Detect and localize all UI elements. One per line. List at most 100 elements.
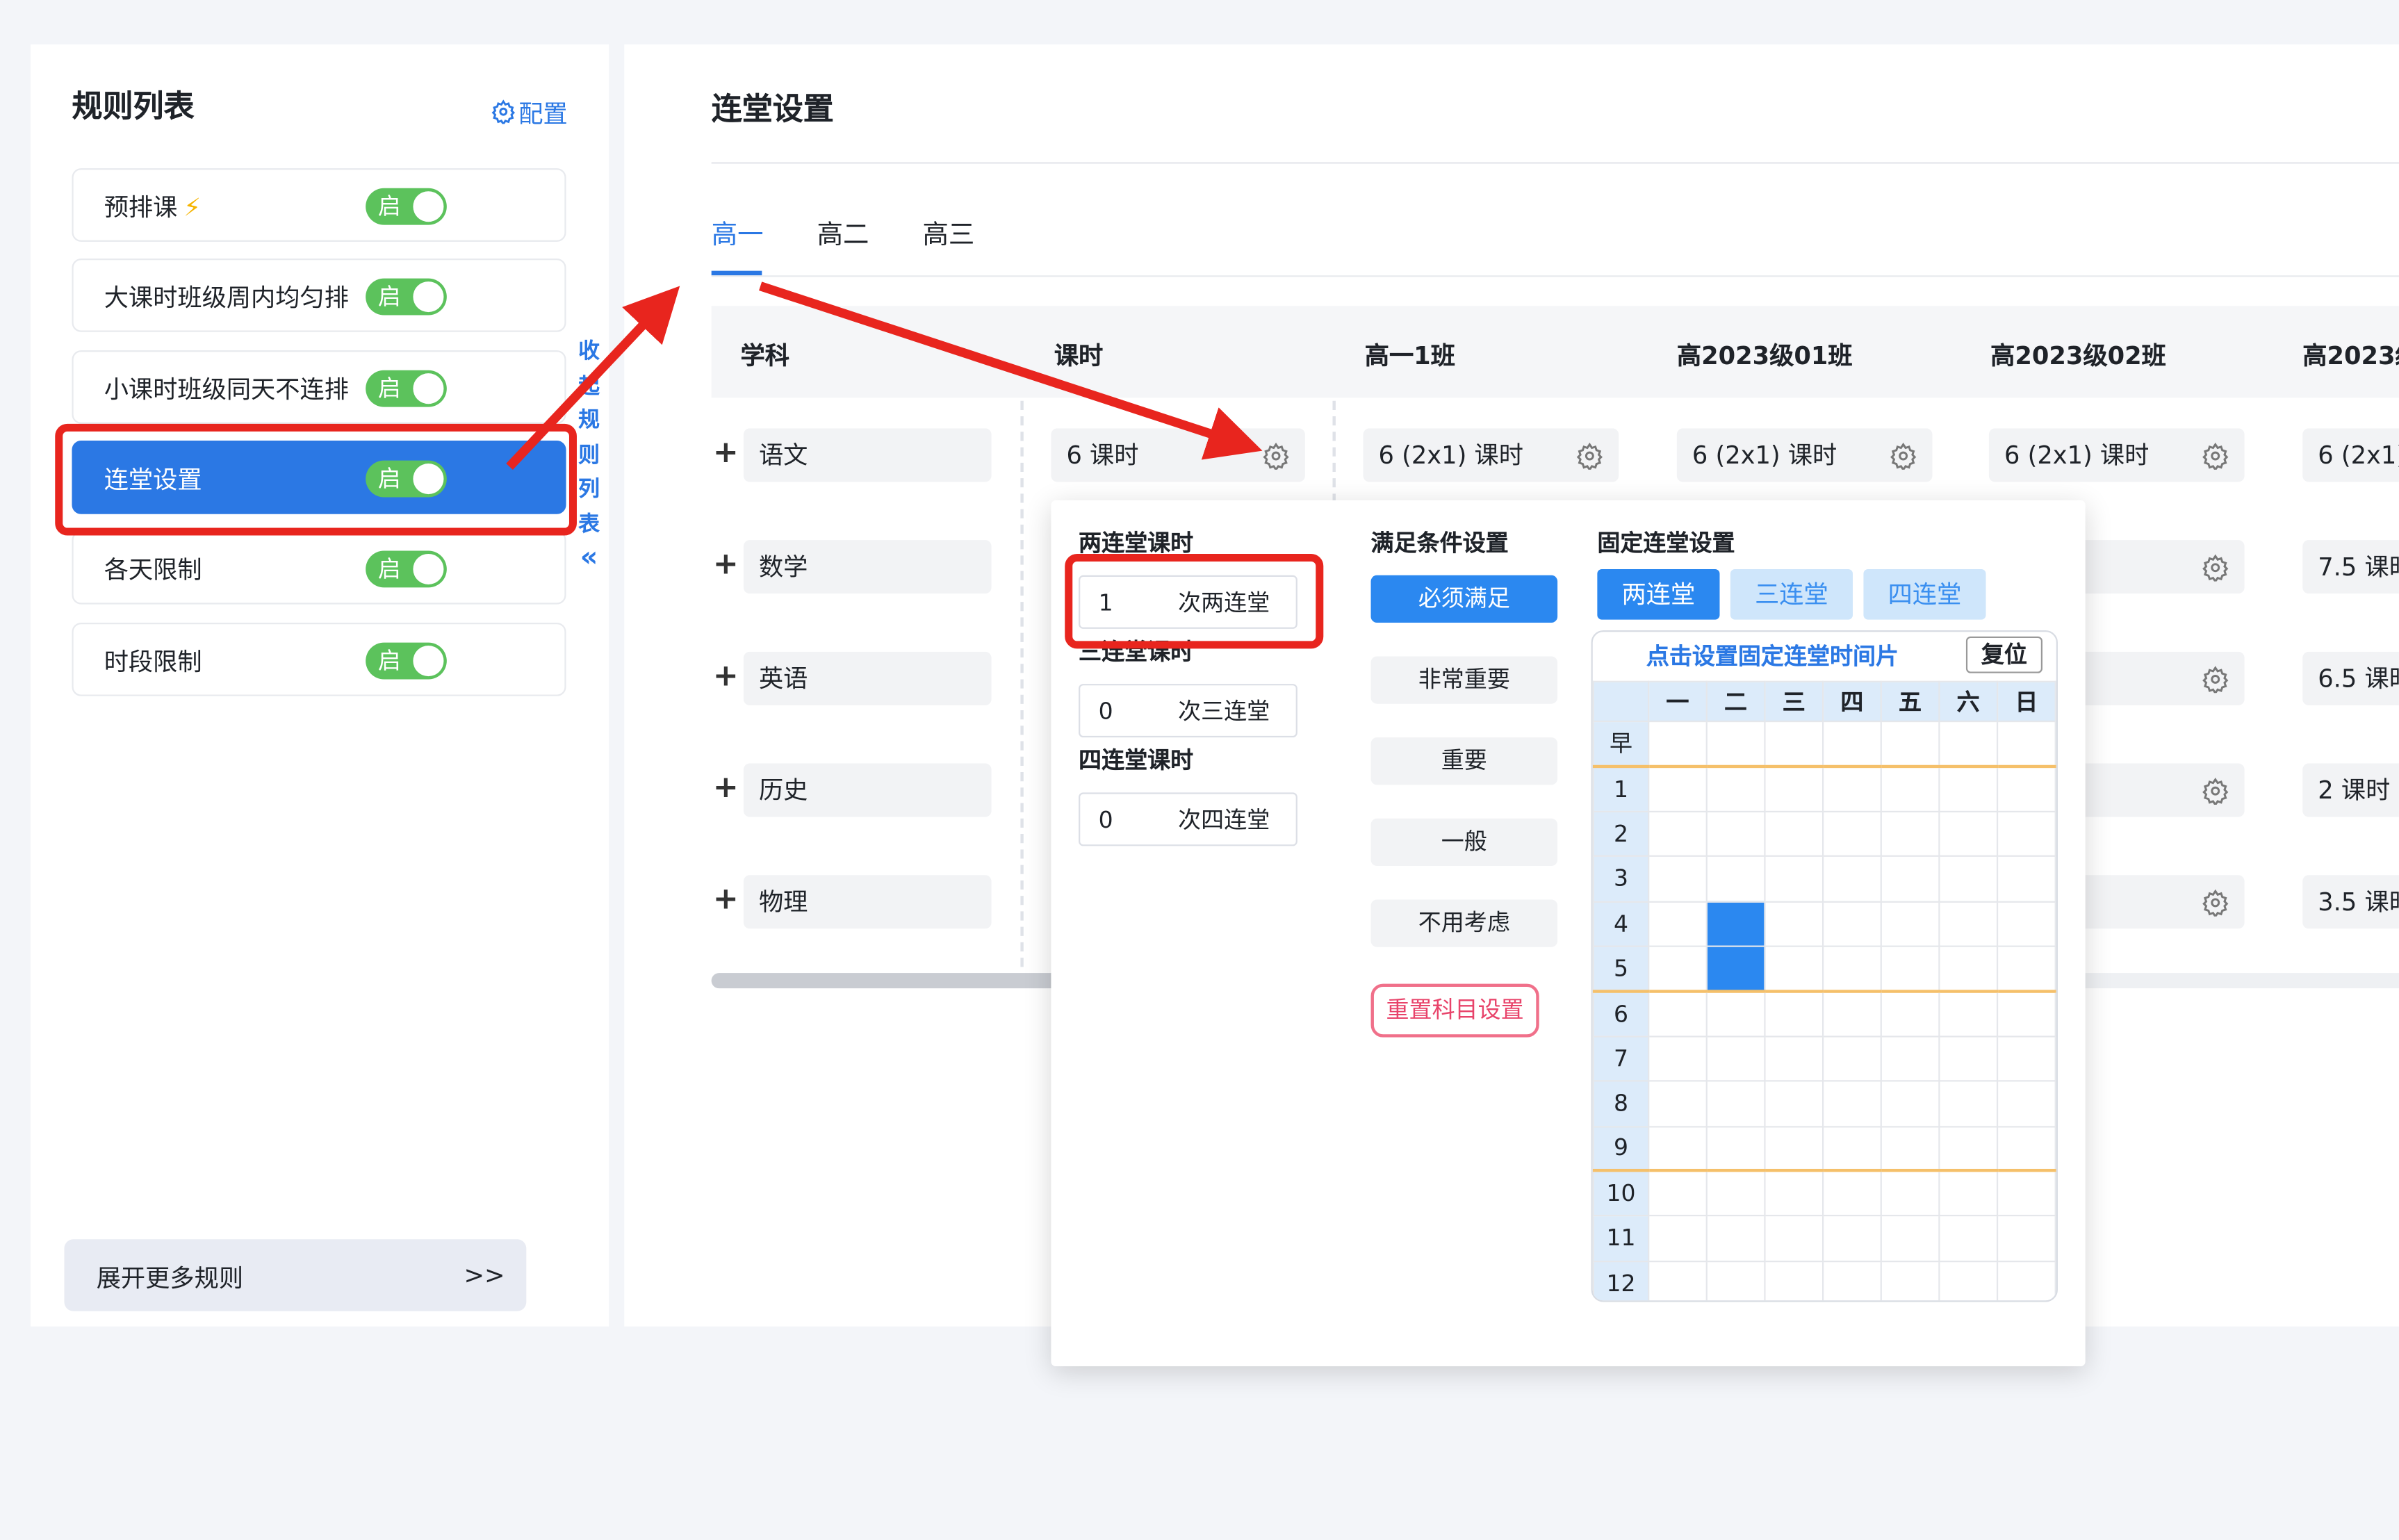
class-hours-cell[interactable]: 3.5 课时 bbox=[2302, 875, 2399, 929]
timeslot-cell[interactable] bbox=[1880, 1035, 1940, 1082]
rule-toggle[interactable]: 启 bbox=[366, 460, 447, 498]
fixed-tab-three[interactable]: 三连堂 bbox=[1730, 568, 1853, 620]
expand-row-button[interactable]: + bbox=[713, 436, 739, 466]
condition-ignore-button[interactable]: 不用考虑 bbox=[1370, 899, 1558, 947]
timeslot-cell[interactable] bbox=[1880, 1125, 1940, 1173]
timeslot-cell[interactable] bbox=[1764, 720, 1824, 768]
timeslot-cell[interactable] bbox=[1880, 900, 1940, 947]
timeslot-cell-selected[interactable] bbox=[1705, 900, 1766, 947]
timeslot-cell[interactable] bbox=[1996, 900, 2056, 947]
tab-grade-2[interactable]: 高二 bbox=[817, 213, 869, 266]
condition-important-button[interactable]: 重要 bbox=[1370, 737, 1558, 785]
timeslot-cell[interactable] bbox=[1764, 765, 1824, 812]
timeslot-cell[interactable] bbox=[1821, 900, 1882, 947]
timeslot-cell[interactable] bbox=[1648, 900, 1708, 947]
timeslot-cell[interactable] bbox=[1764, 810, 1824, 858]
timeslot-cell[interactable] bbox=[1996, 1125, 2056, 1173]
timeslot-cell[interactable] bbox=[1764, 990, 1824, 1038]
expand-row-button[interactable]: + bbox=[713, 771, 739, 802]
timeslot-cell[interactable] bbox=[1938, 1035, 1999, 1082]
rule-item-prearrange[interactable]: 预排课 ⚡ 启 bbox=[72, 168, 566, 242]
timeslot-cell[interactable] bbox=[1996, 855, 2056, 902]
timeslot-cell[interactable] bbox=[1938, 855, 1999, 902]
timeslot-cell[interactable] bbox=[1821, 1125, 1882, 1173]
timeslot-cell[interactable] bbox=[1648, 855, 1708, 902]
timeslot-cell[interactable] bbox=[1705, 1125, 1766, 1173]
timeslot-cell[interactable] bbox=[1880, 1215, 1940, 1262]
timeslot-cell[interactable] bbox=[1648, 1170, 1708, 1217]
timeslot-cell[interactable] bbox=[1705, 1080, 1766, 1127]
rule-toggle[interactable]: 启 bbox=[366, 278, 447, 316]
gear-icon[interactable] bbox=[2202, 889, 2229, 917]
timeslot-cell[interactable] bbox=[1938, 765, 1999, 812]
timeslot-cell[interactable] bbox=[1996, 765, 2056, 812]
two-consecutive-input[interactable]: 1 次两连堂 bbox=[1079, 575, 1297, 629]
timeslot-cell-selected[interactable] bbox=[1705, 945, 1766, 993]
timeslot-cell[interactable] bbox=[1705, 990, 1766, 1038]
timeslot-cell[interactable] bbox=[1880, 1170, 1940, 1217]
timeslot-cell[interactable] bbox=[1648, 1035, 1708, 1082]
timeslot-cell[interactable] bbox=[1648, 1215, 1708, 1262]
timeslot-cell[interactable] bbox=[1821, 765, 1882, 812]
timeslot-cell[interactable] bbox=[1648, 1080, 1708, 1127]
rule-item-even-weekly[interactable]: 大课时班级周内均匀排 启 bbox=[72, 259, 566, 332]
gear-icon[interactable] bbox=[1262, 442, 1290, 470]
timeslot-cell[interactable] bbox=[1880, 765, 1940, 812]
expand-row-button[interactable]: + bbox=[713, 883, 739, 913]
timeslot-cell[interactable] bbox=[1938, 990, 1999, 1038]
timeslot-cell[interactable] bbox=[1996, 1080, 2056, 1127]
condition-normal-button[interactable]: 一般 bbox=[1370, 818, 1558, 867]
timeslot-cell[interactable] bbox=[1938, 1260, 1999, 1301]
gear-icon[interactable] bbox=[1576, 442, 1604, 470]
timeslot-cell[interactable] bbox=[1705, 765, 1766, 812]
timeslot-cell[interactable] bbox=[1996, 1260, 2056, 1301]
rule-item-no-same-day[interactable]: 小课时班级同天不连排 启 bbox=[72, 350, 566, 424]
timeslot-cell[interactable] bbox=[1764, 1125, 1824, 1173]
rule-toggle[interactable]: 启 bbox=[366, 370, 447, 407]
timeslot-cell[interactable] bbox=[1938, 720, 1999, 768]
timeslot-cell[interactable] bbox=[1880, 855, 1940, 902]
timeslot-cell[interactable] bbox=[1705, 1170, 1766, 1217]
fixed-tab-four[interactable]: 四连堂 bbox=[1863, 568, 1986, 620]
timeslot-cell[interactable] bbox=[1996, 945, 2056, 993]
timeslot-cell[interactable] bbox=[1938, 1170, 1999, 1217]
timeslot-cell[interactable] bbox=[1764, 855, 1824, 902]
timeslot-cell[interactable] bbox=[1996, 1215, 2056, 1262]
timeslot-cell[interactable] bbox=[1764, 945, 1824, 993]
rule-toggle[interactable]: 启 bbox=[366, 188, 447, 225]
timeslot-cell[interactable] bbox=[1821, 1080, 1882, 1127]
gear-icon[interactable] bbox=[2202, 666, 2229, 694]
collapse-rule-list-button[interactable]: 收 起 规 则 列 表 « bbox=[577, 335, 601, 576]
class-hours-cell[interactable]: 6 (2x1) 课时 bbox=[1676, 428, 1933, 482]
timeslot-cell[interactable] bbox=[1880, 945, 1940, 993]
timeslot-cell[interactable] bbox=[1705, 720, 1766, 768]
class-hours-cell[interactable]: 7.5 课时 bbox=[2302, 540, 2399, 594]
timeslot-cell[interactable] bbox=[1880, 810, 1940, 858]
timeslot-cell[interactable] bbox=[1821, 1215, 1882, 1262]
timeslot-cell[interactable] bbox=[1821, 1260, 1882, 1301]
class-hours-cell[interactable]: 6 (2x1) 课时 bbox=[1363, 428, 1619, 482]
timeslot-cell[interactable] bbox=[1821, 990, 1882, 1038]
three-consecutive-input[interactable]: 0 次三连堂 bbox=[1079, 684, 1297, 738]
rule-item-consecutive[interactable]: 连堂设置 启 bbox=[72, 441, 566, 514]
timeslot-cell[interactable] bbox=[1938, 810, 1999, 858]
timeslot-cell[interactable] bbox=[1821, 1035, 1882, 1082]
timeslot-cell[interactable] bbox=[1705, 810, 1766, 858]
timeslot-cell[interactable] bbox=[1996, 990, 2056, 1038]
timeslot-cell[interactable] bbox=[1764, 1170, 1824, 1217]
gear-icon[interactable] bbox=[1890, 442, 1917, 470]
tab-grade-3[interactable]: 高三 bbox=[923, 213, 975, 266]
fixed-tab-two[interactable]: 两连堂 bbox=[1597, 568, 1720, 620]
condition-must-button[interactable]: 必须满足 bbox=[1370, 575, 1558, 623]
timeslot-cell[interactable] bbox=[1880, 990, 1940, 1038]
grid-reset-button[interactable]: 复位 bbox=[1965, 636, 2043, 673]
tab-grade-1[interactable]: 高一 bbox=[712, 213, 764, 266]
reset-subject-button[interactable]: 重置科目设置 bbox=[1370, 983, 1539, 1038]
timeslot-cell[interactable] bbox=[1938, 1215, 1999, 1262]
expand-row-button[interactable]: + bbox=[713, 660, 739, 690]
gear-icon[interactable] bbox=[2202, 554, 2229, 582]
class-hours-cell[interactable]: 6 (2x1) bbox=[2302, 428, 2399, 482]
timeslot-cell[interactable] bbox=[1996, 810, 2056, 858]
timeslot-cell[interactable] bbox=[1938, 1125, 1999, 1173]
timeslot-cell[interactable] bbox=[1938, 900, 1999, 947]
